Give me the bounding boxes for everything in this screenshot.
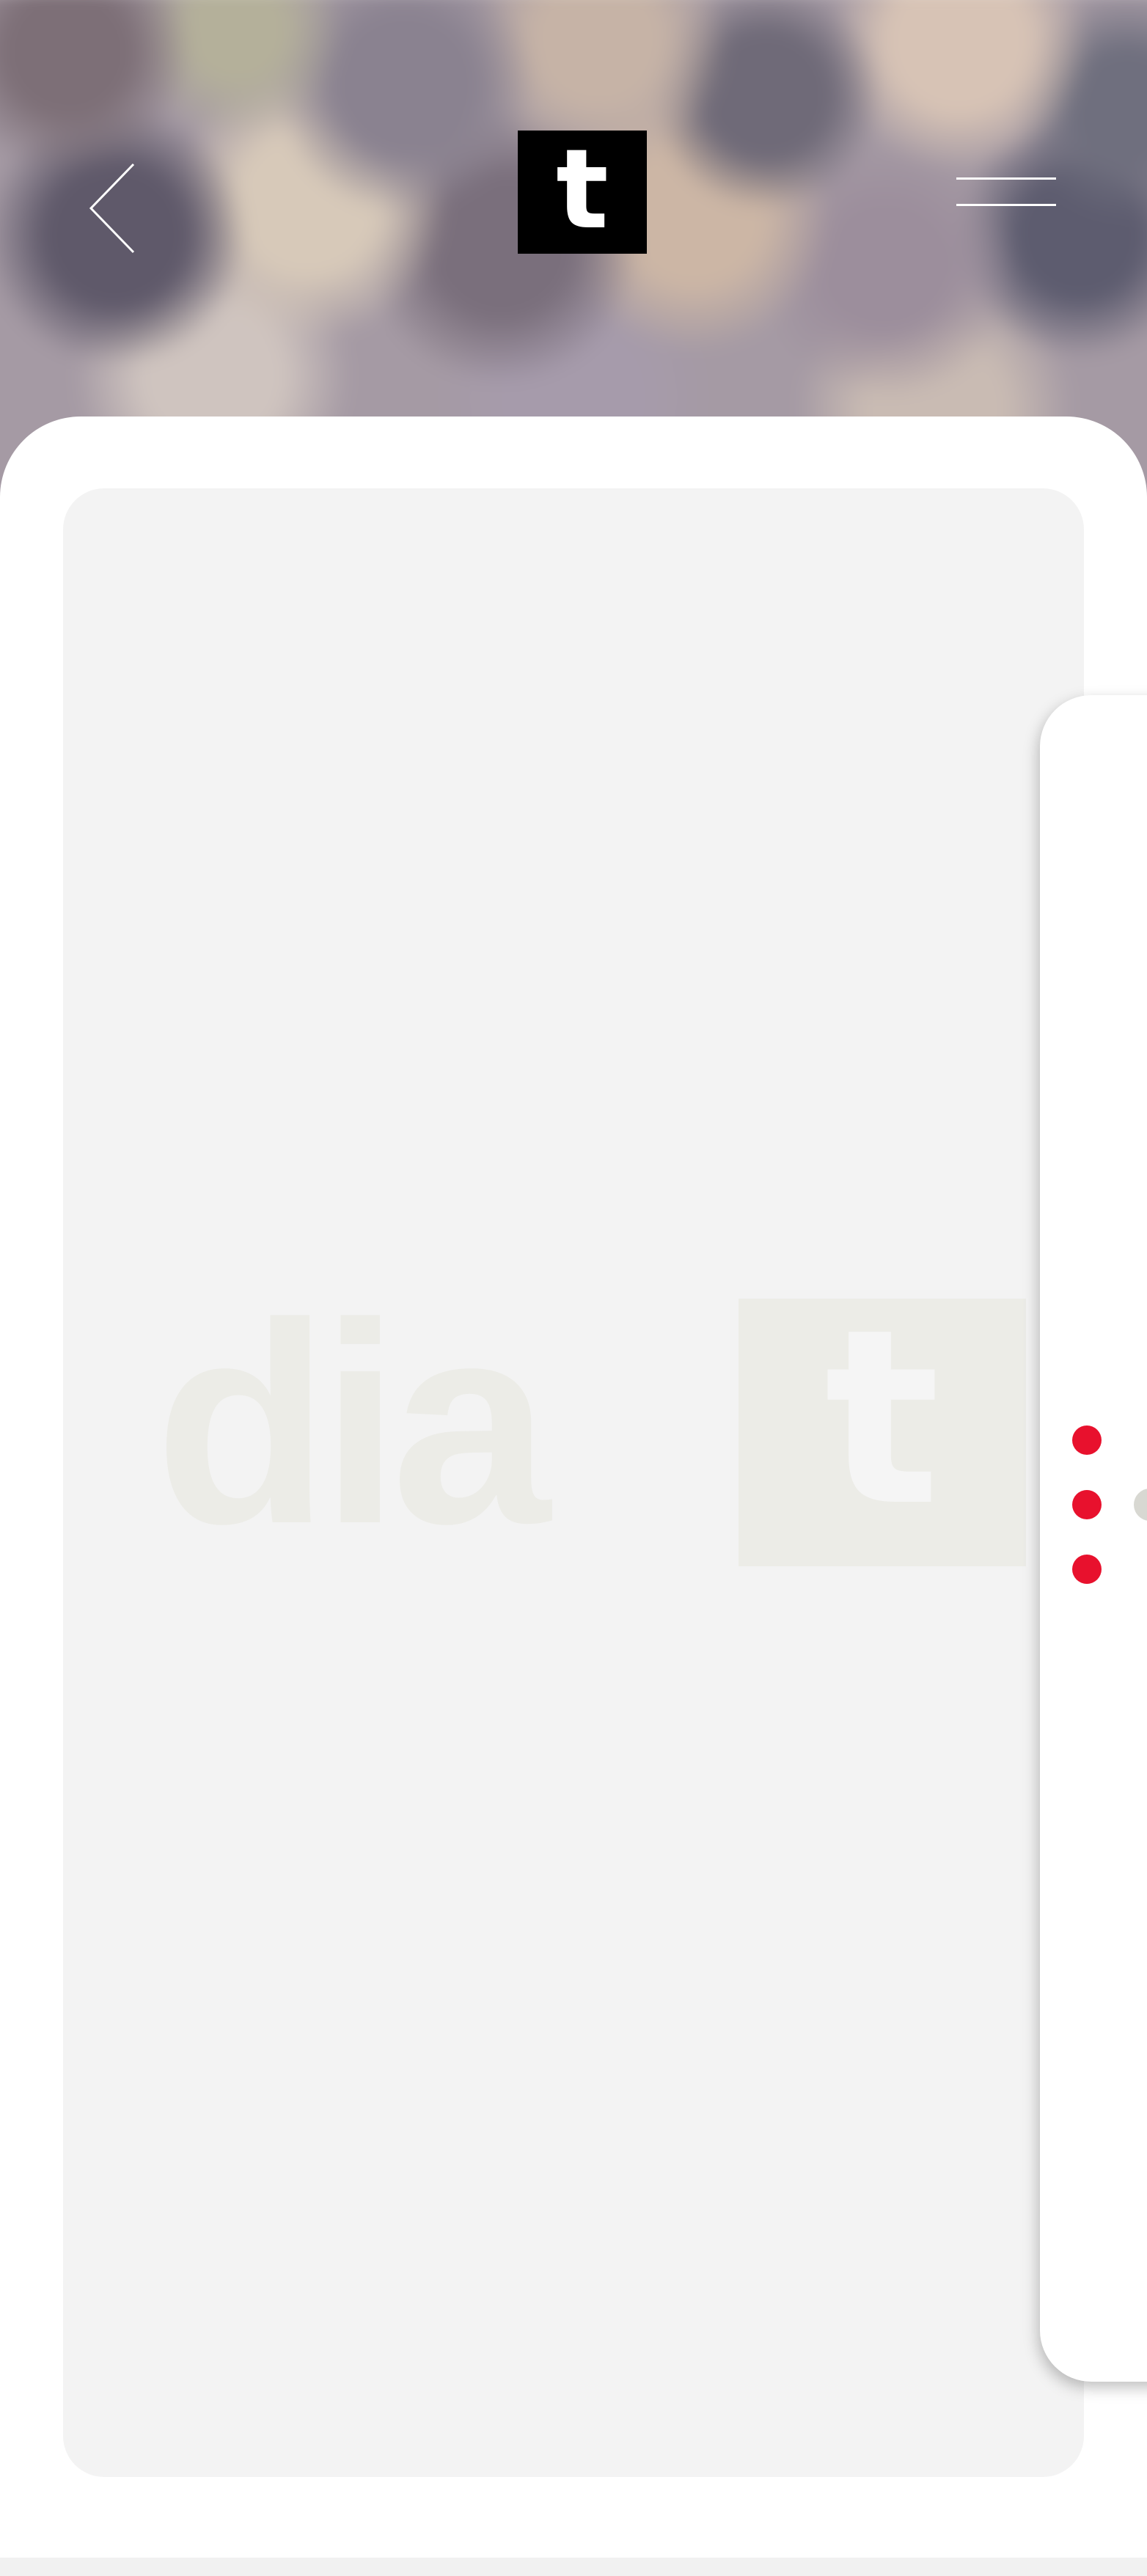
side-drawer[interactable] [1040, 695, 1147, 2382]
back-button[interactable] [87, 163, 138, 254]
menu-icon-line-bottom [956, 204, 1056, 206]
image-placeholder: dia t [63, 488, 1084, 2477]
dot-3 [1072, 1555, 1102, 1584]
brand-logo[interactable]: t [518, 131, 647, 254]
content-card: dia t [0, 417, 1147, 2558]
placeholder-logo-word: dia [155, 1263, 550, 1583]
placeholder-logo: dia t [155, 1280, 1026, 1570]
dot-1 [1072, 1425, 1102, 1455]
placeholder-logo-box: t [739, 1277, 1026, 1566]
brand-logo-letter: t [556, 126, 609, 254]
page: t dia t [0, 0, 1147, 2576]
placeholder-logo-letter: t [824, 1277, 940, 1559]
menu-button[interactable] [956, 170, 1056, 207]
dot-2 [1072, 1490, 1102, 1519]
menu-icon-line-top [956, 177, 1056, 180]
chevron-left-icon [89, 163, 135, 254]
side-drawer-thumbnail [1134, 1489, 1147, 1521]
